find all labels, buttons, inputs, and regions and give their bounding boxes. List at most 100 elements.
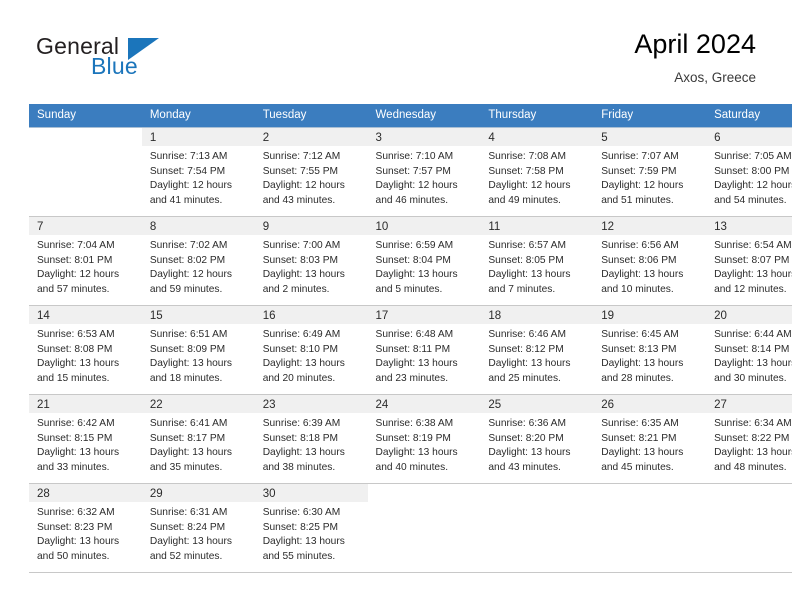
sunrise-text: Sunrise: 6:39 AM <box>262 418 341 429</box>
daylight-text-line1: Daylight: 13 hours <box>262 269 345 281</box>
calendar-cell[interactable] <box>367 483 481 573</box>
day-number: 19 <box>593 306 707 324</box>
weekday-header-friday: Friday <box>593 104 707 128</box>
sunset-text: Sunset: 8:08 PM <box>37 343 113 355</box>
day-cell[interactable]: 2 Sunrise: 7:12 AM Sunset: 7:55 PM Daylight… <box>254 128 368 216</box>
day-cell[interactable]: 1 Sunrise: 7:13 AM Sunset: 7:54 PM Daylight… <box>141 128 255 216</box>
day-info: Sunrise: 7:10 AM Sunset: 7:57 PM Daylight:… <box>368 146 481 208</box>
sunset-text: Sunset: 8:12 PM <box>488 343 564 355</box>
daylight-text-line1: Daylight: 13 hours <box>37 447 120 459</box>
sunset-text: Sunset: 8:20 PM <box>488 432 564 444</box>
day-cell[interactable]: 13 Sunrise: 6:54 AM Sunset: 8:07 PM Dayligh… <box>706 217 792 305</box>
day-cell[interactable]: 10 Sunrise: 6:59 AM Sunset: 8:04 PM Dayligh… <box>367 217 481 305</box>
weekday-header-thursday: Thursday <box>480 104 594 128</box>
calendar-cell[interactable]: 18 Sunrise: 6:46 AM Sunset: 8:12 PM Dayligh… <box>480 305 594 395</box>
day-cell[interactable]: 22 Sunrise: 6:41 AM Sunset: 8:17 PM Dayligh… <box>141 395 255 483</box>
day-cell[interactable]: 30 Sunrise: 6:30 AM Sunset: 8:25 PM Dayligh… <box>254 484 368 572</box>
sunrise-text: Sunrise: 7:02 AM <box>149 240 228 251</box>
calendar-cell[interactable]: 21 Sunrise: 6:42 AM Sunset: 8:15 PM Dayligh… <box>29 394 142 484</box>
calendar-cell[interactable]: 5 Sunrise: 7:07 AM Sunset: 7:59 PM Daylight… <box>593 127 707 217</box>
calendar-cell[interactable]: 6 Sunrise: 7:05 AM Sunset: 8:00 PM Daylight… <box>706 127 792 217</box>
day-cell[interactable]: 21 Sunrise: 6:42 AM Sunset: 8:15 PM Dayligh… <box>29 395 142 483</box>
day-cell[interactable]: 28 Sunrise: 6:32 AM Sunset: 8:23 PM Dayligh… <box>29 484 142 572</box>
calendar-cell[interactable]: 14 Sunrise: 6:53 AM Sunset: 8:08 PM Dayligh… <box>29 305 142 395</box>
calendar-cell[interactable]: 30 Sunrise: 6:30 AM Sunset: 8:25 PM Dayligh… <box>254 483 368 573</box>
calendar-cell[interactable]: 22 Sunrise: 6:41 AM Sunset: 8:17 PM Dayligh… <box>141 394 255 484</box>
day-info: Sunrise: 6:38 AM Sunset: 8:19 PM Daylight:… <box>368 413 481 475</box>
day-cell[interactable]: 7 Sunrise: 7:04 AM Sunset: 8:01 PM Daylight… <box>29 217 142 305</box>
day-info: Sunrise: 6:53 AM Sunset: 8:08 PM Daylight:… <box>29 324 142 386</box>
daylight-text-line1: Daylight: 13 hours <box>601 269 684 281</box>
weekday-header-tuesday: Tuesday <box>254 104 368 128</box>
calendar-cell[interactable]: 2 Sunrise: 7:12 AM Sunset: 7:55 PM Daylight… <box>254 127 368 217</box>
day-cell[interactable]: 6 Sunrise: 7:05 AM Sunset: 8:00 PM Daylight… <box>706 128 792 216</box>
calendar-cell[interactable]: 29 Sunrise: 6:31 AM Sunset: 8:24 PM Dayligh… <box>141 483 255 573</box>
sunset-text: Sunset: 8:14 PM <box>714 343 790 355</box>
calendar-cell[interactable] <box>29 127 142 217</box>
calendar-cell[interactable]: 12 Sunrise: 6:56 AM Sunset: 8:06 PM Dayligh… <box>593 216 707 306</box>
sunset-text: Sunset: 8:05 PM <box>488 254 564 266</box>
day-cell[interactable]: 18 Sunrise: 6:46 AM Sunset: 8:12 PM Dayligh… <box>480 306 594 394</box>
daylight-text-line2: and 38 minutes. <box>262 461 336 473</box>
calendar-cell[interactable]: 15 Sunrise: 6:51 AM Sunset: 8:09 PM Dayligh… <box>141 305 255 395</box>
day-number: 21 <box>29 395 142 413</box>
day-cell[interactable]: 3 Sunrise: 7:10 AM Sunset: 7:57 PM Daylight… <box>367 128 481 216</box>
calendar-cell[interactable]: 11 Sunrise: 6:57 AM Sunset: 8:05 PM Dayligh… <box>480 216 594 306</box>
day-cell[interactable]: 29 Sunrise: 6:31 AM Sunset: 8:24 PM Dayligh… <box>141 484 255 572</box>
day-info: Sunrise: 7:02 AM Sunset: 8:02 PM Daylight:… <box>142 235 255 297</box>
day-number: 10 <box>367 217 481 235</box>
daylight-text-line1: Daylight: 13 hours <box>488 358 571 370</box>
day-number: 14 <box>29 306 142 324</box>
day-number <box>706 484 792 502</box>
calendar-cell[interactable]: 23 Sunrise: 6:39 AM Sunset: 8:18 PM Dayligh… <box>254 394 368 484</box>
day-number: 17 <box>367 306 481 324</box>
day-cell[interactable]: 20 Sunrise: 6:44 AM Sunset: 8:14 PM Dayligh… <box>706 306 792 394</box>
calendar-cell[interactable]: 10 Sunrise: 6:59 AM Sunset: 8:04 PM Dayligh… <box>367 216 481 306</box>
calendar-cell[interactable]: 27 Sunrise: 6:34 AM Sunset: 8:22 PM Dayligh… <box>706 394 792 484</box>
calendar-cell[interactable] <box>706 483 792 573</box>
calendar-cell[interactable]: 7 Sunrise: 7:04 AM Sunset: 8:01 PM Daylight… <box>29 216 142 306</box>
day-cell[interactable]: 24 Sunrise: 6:38 AM Sunset: 8:19 PM Dayligh… <box>367 395 481 483</box>
day-number: 12 <box>593 217 707 235</box>
calendar-cell[interactable]: 20 Sunrise: 6:44 AM Sunset: 8:14 PM Dayligh… <box>706 305 792 395</box>
day-cell[interactable]: 4 Sunrise: 7:08 AM Sunset: 7:58 PM Daylight… <box>480 128 594 216</box>
calendar-cell[interactable]: 16 Sunrise: 6:49 AM Sunset: 8:10 PM Dayligh… <box>254 305 368 395</box>
day-cell[interactable]: 19 Sunrise: 6:45 AM Sunset: 8:13 PM Dayligh… <box>593 306 707 394</box>
daylight-text-line2: and 50 minutes. <box>37 550 110 562</box>
calendar-cell[interactable]: 3 Sunrise: 7:10 AM Sunset: 7:57 PM Daylight… <box>367 127 481 217</box>
calendar-cell[interactable]: 17 Sunrise: 6:48 AM Sunset: 8:11 PM Dayligh… <box>367 305 481 395</box>
day-cell[interactable]: 16 Sunrise: 6:49 AM Sunset: 8:10 PM Dayligh… <box>254 306 368 394</box>
calendar-cell[interactable]: 8 Sunrise: 7:02 AM Sunset: 8:02 PM Daylight… <box>141 216 255 306</box>
day-cell[interactable]: 9 Sunrise: 7:00 AM Sunset: 8:03 PM Daylight… <box>254 217 368 305</box>
day-cell[interactable]: 8 Sunrise: 7:02 AM Sunset: 8:02 PM Daylight… <box>141 217 255 305</box>
calendar-cell[interactable]: 1 Sunrise: 7:13 AM Sunset: 7:54 PM Daylight… <box>141 127 255 217</box>
day-cell[interactable]: 17 Sunrise: 6:48 AM Sunset: 8:11 PM Dayligh… <box>367 306 481 394</box>
day-cell[interactable]: 27 Sunrise: 6:34 AM Sunset: 8:22 PM Dayligh… <box>706 395 792 483</box>
daylight-text-line1: Daylight: 13 hours <box>488 447 571 459</box>
day-info: Sunrise: 6:48 AM Sunset: 8:11 PM Daylight:… <box>368 324 481 386</box>
calendar-cell[interactable]: 24 Sunrise: 6:38 AM Sunset: 8:19 PM Dayligh… <box>367 394 481 484</box>
day-cell[interactable]: 25 Sunrise: 6:36 AM Sunset: 8:20 PM Dayligh… <box>480 395 594 483</box>
day-cell[interactable]: 14 Sunrise: 6:53 AM Sunset: 8:08 PM Dayligh… <box>29 306 142 394</box>
day-cell[interactable]: 5 Sunrise: 7:07 AM Sunset: 7:59 PM Daylight… <box>593 128 707 216</box>
calendar-cell[interactable]: 26 Sunrise: 6:35 AM Sunset: 8:21 PM Dayligh… <box>593 394 707 484</box>
calendar-cell[interactable] <box>593 483 707 573</box>
calendar-cell[interactable]: 19 Sunrise: 6:45 AM Sunset: 8:13 PM Dayligh… <box>593 305 707 395</box>
calendar-cell[interactable]: 13 Sunrise: 6:54 AM Sunset: 8:07 PM Dayligh… <box>706 216 792 306</box>
sunrise-text: Sunrise: 6:46 AM <box>488 329 566 340</box>
day-cell[interactable]: 11 Sunrise: 6:57 AM Sunset: 8:05 PM Dayligh… <box>480 217 594 305</box>
calendar-cell[interactable]: 4 Sunrise: 7:08 AM Sunset: 7:58 PM Daylight… <box>480 127 594 217</box>
sunset-text: Sunset: 8:04 PM <box>375 254 451 266</box>
day-cell[interactable]: 23 Sunrise: 6:39 AM Sunset: 8:18 PM Dayligh… <box>254 395 368 483</box>
day-cell[interactable]: 12 Sunrise: 6:56 AM Sunset: 8:06 PM Dayligh… <box>593 217 707 305</box>
brand-logo[interactable]: General Blue <box>36 33 216 85</box>
sunrise-text: Sunrise: 6:45 AM <box>601 329 679 340</box>
day-cell[interactable]: 26 Sunrise: 6:35 AM Sunset: 8:21 PM Dayligh… <box>593 395 707 483</box>
calendar-cell[interactable]: 9 Sunrise: 7:00 AM Sunset: 8:03 PM Daylight… <box>254 216 368 306</box>
calendar-cell[interactable] <box>480 483 594 573</box>
calendar-cell[interactable]: 28 Sunrise: 6:32 AM Sunset: 8:23 PM Dayligh… <box>29 483 142 573</box>
sunrise-text: Sunrise: 7:12 AM <box>262 151 341 162</box>
sunset-text: Sunset: 8:24 PM <box>149 521 226 533</box>
day-cell[interactable]: 15 Sunrise: 6:51 AM Sunset: 8:09 PM Dayligh… <box>141 306 255 394</box>
calendar-cell[interactable]: 25 Sunrise: 6:36 AM Sunset: 8:20 PM Dayligh… <box>480 394 594 484</box>
